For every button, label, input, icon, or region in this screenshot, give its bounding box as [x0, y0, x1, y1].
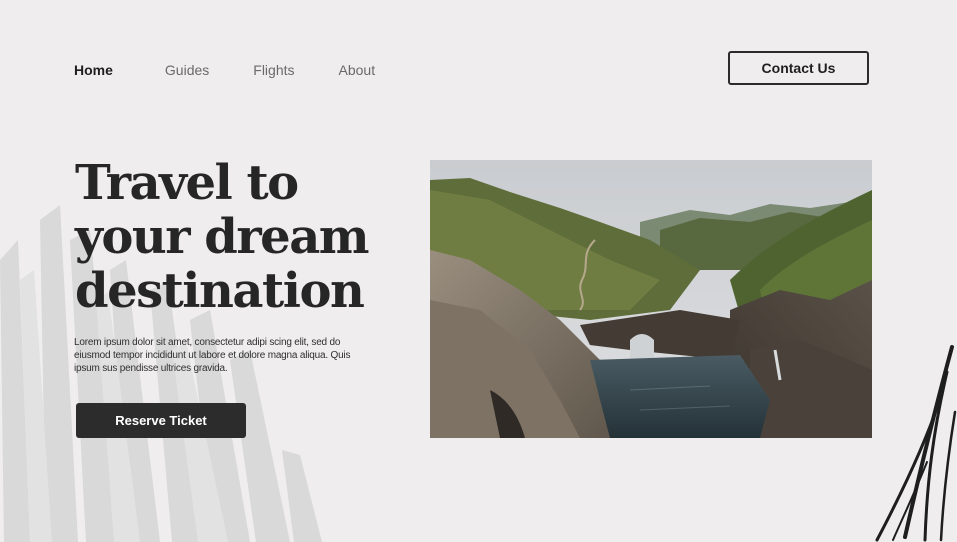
nav-home[interactable]: Home: [74, 62, 113, 78]
hero-description: Lorem ipsum dolor sit amet, consectetur …: [74, 337, 351, 374]
hero-title-line: destination: [75, 263, 365, 319]
contact-us-button[interactable]: Contact Us: [728, 51, 869, 85]
nav-guides[interactable]: Guides: [165, 62, 209, 78]
hero-landscape-image: [430, 160, 872, 438]
reserve-ticket-button[interactable]: Reserve Ticket: [76, 403, 246, 438]
hero-title: Travel to your dream destination: [75, 156, 415, 318]
nav-about[interactable]: About: [339, 62, 376, 78]
brush-decoration-right: [875, 345, 957, 542]
hero-title-line: your dream: [75, 209, 370, 265]
nav-flights[interactable]: Flights: [253, 62, 294, 78]
main-nav: Home Guides Flights About: [74, 58, 419, 82]
hero-title-line: Travel to: [75, 155, 299, 211]
